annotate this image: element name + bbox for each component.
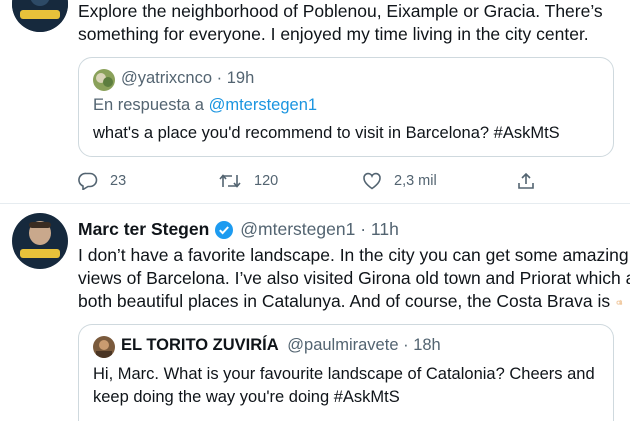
tweet-divider: [0, 203, 630, 204]
tweet-time[interactable]: 11h: [371, 219, 399, 240]
share-icon: [518, 172, 534, 189]
separator-dot: ·: [216, 69, 227, 87]
quoted-tweet[interactable]: @yatrixcnco · 19h En respuesta a @mterst…: [78, 57, 614, 157]
ok-hand-emoji-icon: [616, 299, 623, 305]
tweet-text: Explore the neighborhood of Poblenou, Ei…: [78, 0, 623, 46]
quoted-text-line: keep doing the way you're doing #AskMtS: [93, 388, 400, 406]
quoted-avatar[interactable]: [93, 336, 115, 358]
quoted-time[interactable]: 19h: [227, 69, 255, 87]
tweet-text-line: views of Barcelona. I’ve also visited Gi…: [78, 268, 630, 288]
tweet-text-line: something for everyone. I enjoyed my tim…: [78, 24, 589, 44]
reply-context: En respuesta a @mterstegen1: [93, 96, 317, 115]
tweet-text: I don’t have a favorite landscape. In th…: [78, 244, 630, 313]
tweet-text-line: Explore the neighborhood of Poblenou, Ei…: [78, 1, 603, 21]
quoted-text: what's a place you'd recommend to visit …: [93, 124, 560, 142]
author-name[interactable]: Marc ter Stegen: [78, 219, 209, 240]
author-avatar[interactable]: [12, 213, 68, 269]
reply-handle-link[interactable]: @mterstegen1: [209, 96, 317, 114]
retweet-count: 120: [254, 173, 279, 189]
reply-icon: [78, 172, 98, 190]
reply-button[interactable]: 23: [78, 172, 126, 190]
quoted-author-name[interactable]: EL TORITO ZUVIRÍA: [121, 336, 279, 354]
verified-badge-icon: [215, 220, 234, 239]
like-button[interactable]: 2,3 mil: [362, 172, 437, 190]
retweet-button[interactable]: 120: [218, 172, 278, 190]
reply-prefix: En respuesta a: [93, 96, 209, 114]
quoted-avatar[interactable]: [93, 69, 115, 91]
quoted-text: Hi, Marc. What is your favourite landsca…: [93, 363, 595, 409]
reply-count: 23: [110, 173, 127, 189]
heart-icon: [363, 172, 381, 190]
author-handle[interactable]: @mterstegen1: [240, 219, 355, 240]
avatar-image: [12, 0, 68, 32]
tweet-header: Marc ter Stegen @mterstegen1 · 11h: [78, 219, 399, 240]
quoted-text-line: Hi, Marc. What is your favourite landsca…: [93, 365, 595, 383]
quoted-handle[interactable]: @paulmiravete: [287, 336, 398, 354]
quoted-avatar-image: [93, 69, 115, 91]
tweet-text-line-wrapper: both beautiful places in Catalunya. And …: [78, 290, 623, 313]
quoted-meta: EL TORITO ZUVIRÍA @paulmiravete · 18h: [121, 336, 441, 355]
quoted-handle[interactable]: @yatrixcnco: [121, 69, 212, 87]
retweet-icon: [219, 174, 241, 188]
tweet-text-line: I don’t have a favorite landscape. In th…: [78, 245, 629, 265]
quoted-time[interactable]: 18h: [413, 336, 441, 354]
tweet-text-line: both beautiful places in Catalunya. And …: [78, 291, 611, 311]
avatar-image: [12, 213, 68, 269]
quoted-avatar-image: [93, 336, 115, 358]
like-count: 2,3 mil: [394, 173, 437, 189]
separator-dot: ·: [403, 336, 414, 354]
quoted-meta: @yatrixcnco · 19h: [121, 69, 254, 88]
separator-dot: ·: [355, 219, 371, 239]
quoted-tweet[interactable]: EL TORITO ZUVIRÍA @paulmiravete · 18h Hi…: [78, 324, 614, 421]
author-avatar[interactable]: [12, 0, 68, 32]
share-button[interactable]: [517, 172, 547, 190]
